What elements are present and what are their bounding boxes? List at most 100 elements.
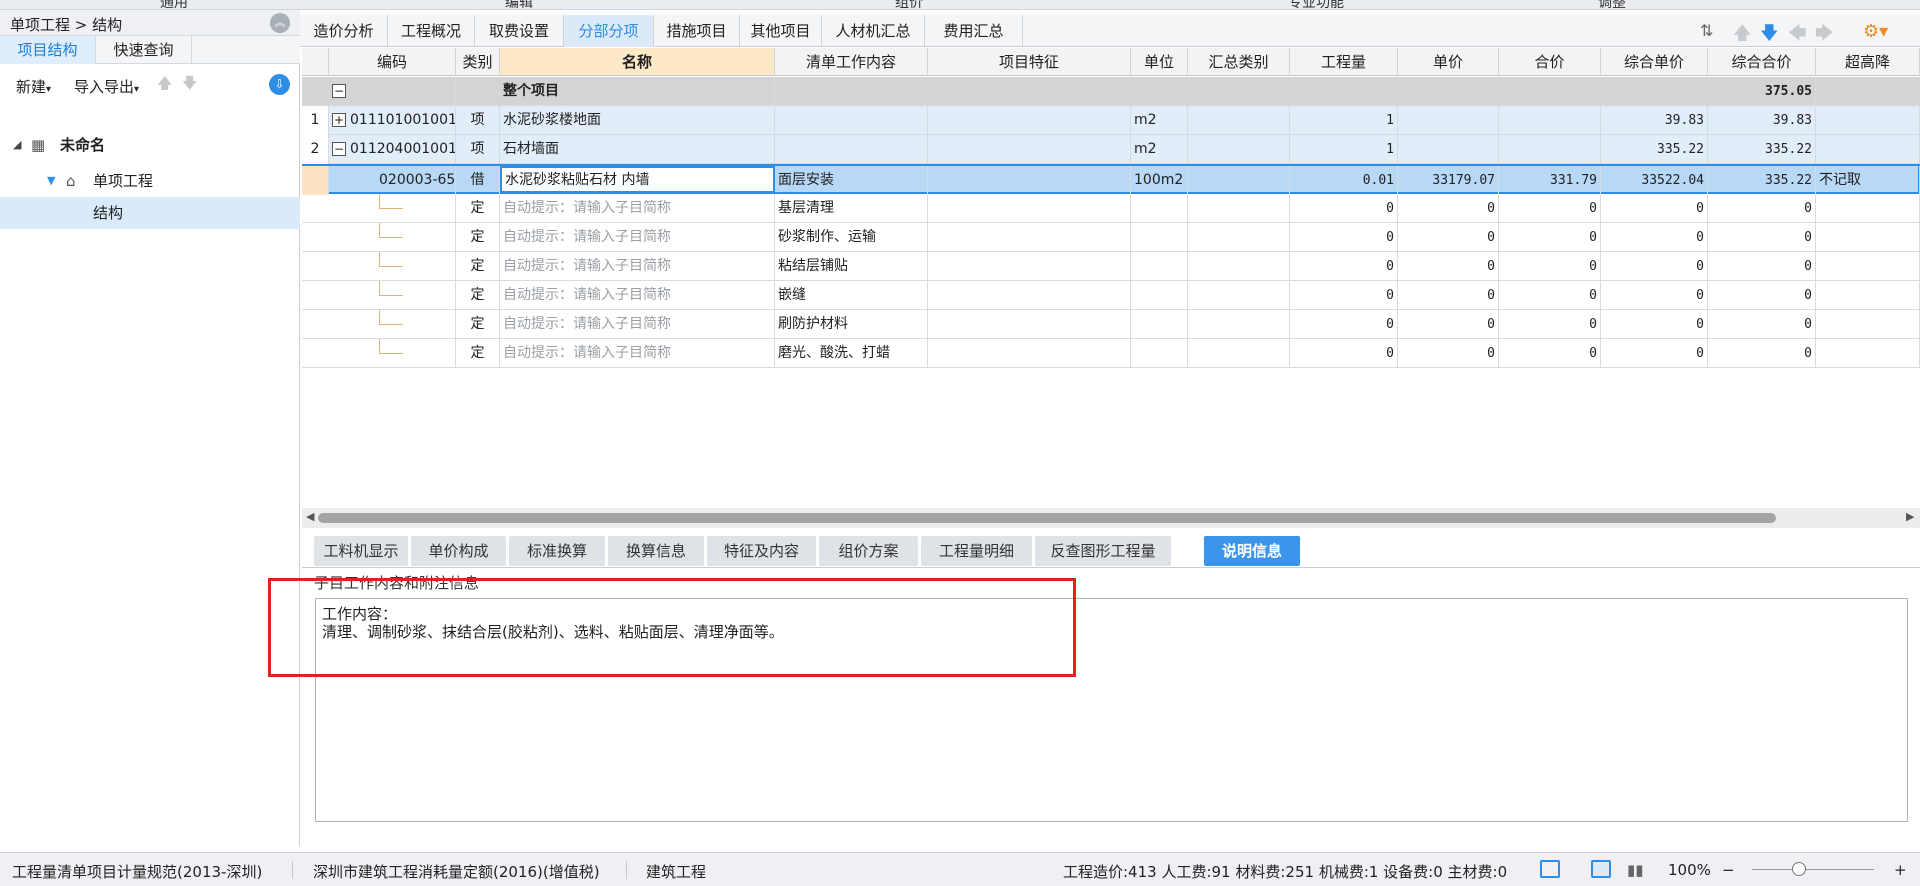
cell-content[interactable]: [775, 135, 928, 164]
cell-comp-price[interactable]: 0: [1601, 339, 1708, 368]
cell-summary-type[interactable]: [1188, 252, 1290, 281]
cell-comp-amount[interactable]: 39.83: [1708, 106, 1816, 135]
cell-comp-amount[interactable]: 0: [1708, 194, 1816, 223]
move-up-icon[interactable]: 🡅: [157, 73, 172, 98]
tab-other-items[interactable]: 其他项目: [740, 15, 822, 47]
cell-name[interactable]: 水泥砂浆楼地面: [500, 106, 775, 135]
tab-fee-settings[interactable]: 取费设置: [475, 15, 564, 47]
cell-name-hint[interactable]: 自动提示：请输入子目简称: [500, 252, 775, 281]
cell-code[interactable]: −011204001001: [329, 135, 456, 164]
cell-comp-amount[interactable]: 0: [1708, 281, 1816, 310]
tab-project-structure[interactable]: 项目结构: [0, 36, 96, 64]
new-button[interactable]: 新建▾: [16, 76, 51, 97]
cell-price[interactable]: 0: [1398, 252, 1499, 281]
cell-amount[interactable]: 0: [1499, 194, 1601, 223]
cell-code[interactable]: 020003-65: [329, 166, 456, 195]
cell-amount[interactable]: 0: [1499, 281, 1601, 310]
table-row[interactable]: 2 −011204001001 项 石材墙面 m2 1 335.22 335.2…: [302, 135, 1920, 164]
cell-price[interactable]: 0: [1398, 194, 1499, 223]
cell-amount[interactable]: [1499, 135, 1601, 164]
cell-extra[interactable]: [1816, 252, 1920, 281]
cell-content[interactable]: 砂浆制作、运输: [775, 223, 928, 252]
cell-feature[interactable]: [928, 281, 1131, 310]
cell-comp-price[interactable]: 335.22: [1601, 135, 1708, 164]
cell-content[interactable]: 粘结层铺贴: [775, 252, 928, 281]
layout-horizontal-icon[interactable]: [1591, 860, 1611, 878]
table-row[interactable]: 定 自动提示：请输入子目简称 刷防护材料 0 0 0 0 0: [302, 310, 1920, 339]
cell-qty[interactable]: 0: [1290, 310, 1398, 339]
scrollbar-thumb[interactable]: [318, 513, 1776, 523]
cell-amount[interactable]: 0: [1499, 310, 1601, 339]
cell-extra[interactable]: [1816, 339, 1920, 368]
arrow-left-icon[interactable]: 🡄: [1788, 21, 1807, 51]
cell-summary-type[interactable]: [1188, 166, 1290, 195]
cell-qty[interactable]: 0: [1290, 252, 1398, 281]
cell-name-hint[interactable]: 自动提示：请输入子目简称: [500, 310, 775, 339]
cell-comp-price[interactable]: 0: [1601, 252, 1708, 281]
download-icon[interactable]: ⇩: [269, 74, 290, 95]
tab-conversion-info[interactable]: 换算信息: [608, 536, 704, 566]
cell-unit[interactable]: [1131, 252, 1188, 281]
col-header-qty[interactable]: 工程量: [1290, 48, 1398, 76]
cell-unit[interactable]: [1131, 281, 1188, 310]
arrow-right-icon[interactable]: 🡆: [1815, 21, 1834, 51]
settings-dropdown-icon[interactable]: ⚙▾: [1863, 21, 1888, 42]
table-row[interactable]: 定 自动提示：请输入子目简称 砂浆制作、运输 0 0 0 0 0: [302, 223, 1920, 252]
cell-feature[interactable]: [928, 194, 1131, 223]
col-header-summary-type[interactable]: 汇总类别: [1188, 48, 1290, 76]
tab-sub-items[interactable]: 分部分项: [564, 15, 654, 47]
col-header-content[interactable]: 清单工作内容: [775, 48, 928, 76]
col-header-comp-amount[interactable]: 综合合价: [1708, 48, 1816, 76]
cell-summary-type[interactable]: [1188, 310, 1290, 339]
table-row[interactable]: 1 +011101001001 项 水泥砂浆楼地面 m2 1 39.83 39.…: [302, 106, 1920, 135]
cell-feature[interactable]: [928, 223, 1131, 252]
cell-unit[interactable]: [1131, 194, 1188, 223]
cell-summary-type[interactable]: [1188, 135, 1290, 164]
cell-amount[interactable]: 331.79: [1499, 166, 1601, 195]
zoom-slider-knob[interactable]: [1792, 862, 1806, 876]
move-down-icon[interactable]: 🡇: [182, 73, 197, 98]
cell-price[interactable]: 33179.07: [1398, 166, 1499, 195]
expand-triangle-icon[interactable]: ▼: [47, 165, 55, 197]
cell-extra[interactable]: [1816, 281, 1920, 310]
import-export-button[interactable]: 导入导出▾: [74, 76, 139, 97]
cell-comp-amount[interactable]: 335.22: [1708, 135, 1816, 164]
cell-content[interactable]: 刷防护材料: [775, 310, 928, 339]
tab-standard-conversion[interactable]: 标准换算: [509, 536, 605, 566]
cell-unit[interactable]: m2: [1131, 106, 1188, 135]
col-header-price[interactable]: 单价: [1398, 48, 1499, 76]
cell-extra[interactable]: [1816, 106, 1920, 135]
cell-comp-amount[interactable]: 0: [1708, 339, 1816, 368]
cell-unit[interactable]: 100m2: [1131, 166, 1188, 195]
cell-comp-price[interactable]: 0: [1601, 310, 1708, 339]
cell-name-hint[interactable]: 自动提示：请输入子目简称: [500, 223, 775, 252]
collapse-up-icon[interactable]: ︽: [270, 13, 290, 33]
cell-price[interactable]: 0: [1398, 310, 1499, 339]
tab-fee-summary[interactable]: 费用汇总: [925, 15, 1023, 47]
cell-comp-price[interactable]: 0: [1601, 223, 1708, 252]
tab-unit-price-composition[interactable]: 单价构成: [411, 536, 506, 566]
cell-feature[interactable]: [928, 252, 1131, 281]
scroll-left-icon[interactable]: ◀: [306, 510, 314, 523]
tab-description-info[interactable]: 说明信息: [1204, 536, 1300, 566]
cell-comp-amount[interactable]: 335.22: [1708, 166, 1816, 195]
cell-qty[interactable]: 0: [1290, 223, 1398, 252]
cell-feature[interactable]: [928, 106, 1131, 135]
cell-summary-type[interactable]: [1188, 339, 1290, 368]
table-row[interactable]: 定 自动提示：请输入子目简称 粘结层铺贴 0 0 0 0 0: [302, 252, 1920, 281]
cell-comp-amount[interactable]: 0: [1708, 252, 1816, 281]
tree-item-root[interactable]: ◢ ▦ 未命名: [0, 129, 300, 161]
cell-qty[interactable]: 0: [1290, 281, 1398, 310]
arrow-down-icon[interactable]: 🡇: [1760, 21, 1779, 51]
col-header-unit[interactable]: 单位: [1131, 48, 1188, 76]
cell-qty[interactable]: 0: [1290, 194, 1398, 223]
col-header-amount[interactable]: 合价: [1499, 48, 1601, 76]
cell-amount[interactable]: 0: [1499, 339, 1601, 368]
col-header-extra[interactable]: 超高降: [1816, 48, 1920, 76]
cell-content[interactable]: [775, 106, 928, 135]
cell-summary-type[interactable]: [1188, 106, 1290, 135]
table-row[interactable]: 定 自动提示：请输入子目简称 磨光、酸洗、打蜡 0 0 0 0 0: [302, 339, 1920, 368]
table-row[interactable]: 定 自动提示：请输入子目简称 基层清理 0 0 0 0 0: [302, 194, 1920, 223]
cell-unit[interactable]: m2: [1131, 135, 1188, 164]
cell-extra[interactable]: [1816, 310, 1920, 339]
